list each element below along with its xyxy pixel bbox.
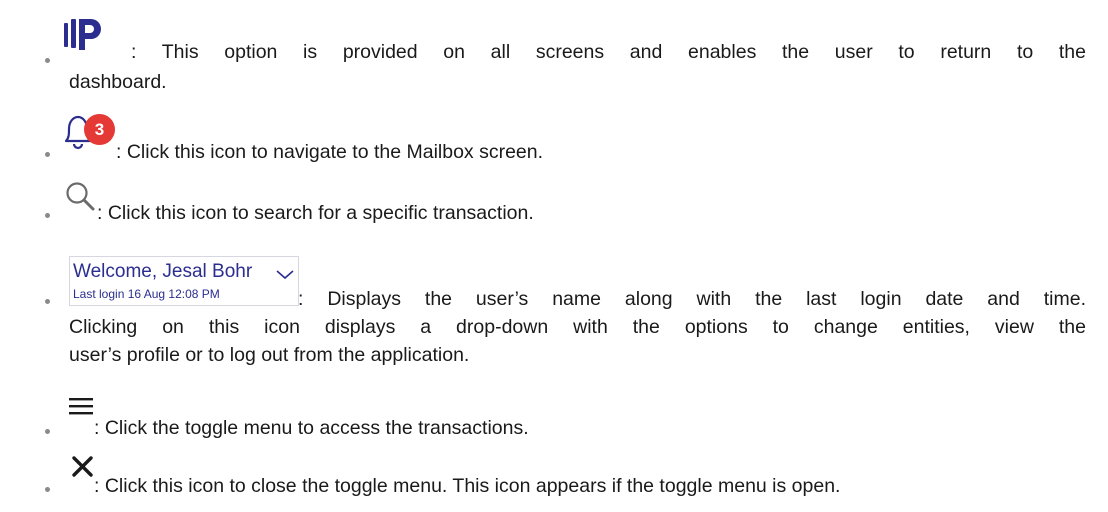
bullet (45, 299, 50, 304)
item-text-line: : Click this icon to navigate to the Mai… (116, 141, 544, 163)
item-text-line: : Displays the user’s name along with th… (298, 288, 1086, 310)
item-text-line: dashboard. (69, 71, 167, 93)
search-icon[interactable] (64, 180, 98, 220)
welcome-text: Welcome, Jesal Bohr (73, 261, 253, 282)
item-text-line: Clicking on this icon displays a drop-do… (69, 316, 1086, 338)
item-text-line: : Click this icon to close the toggle me… (94, 475, 841, 497)
item-text-line: : Click the toggle menu to access the tr… (94, 417, 529, 439)
item-text-line: : Click this icon to search for a specif… (97, 202, 534, 224)
bullet (45, 58, 50, 63)
user-welcome-widget[interactable]: Welcome, Jesal Bohr Last login 16 Aug 12… (69, 256, 299, 306)
bullet (45, 213, 50, 218)
hamburger-menu-icon[interactable] (69, 395, 95, 423)
last-login-text: Last login 16 Aug 12:08 PM (73, 287, 220, 301)
bullet (45, 487, 50, 492)
bullet (45, 429, 50, 434)
item-text-line: user’s profile or to log out from the ap… (69, 344, 470, 366)
close-icon[interactable] (70, 454, 96, 486)
bullet (45, 152, 50, 157)
item-text-line: : This option is provided on all screens… (131, 41, 1086, 63)
chevron-down-icon[interactable] (274, 265, 296, 288)
dashboard-logo-icon[interactable] (60, 14, 106, 60)
notification-badge: 3 (84, 114, 115, 145)
